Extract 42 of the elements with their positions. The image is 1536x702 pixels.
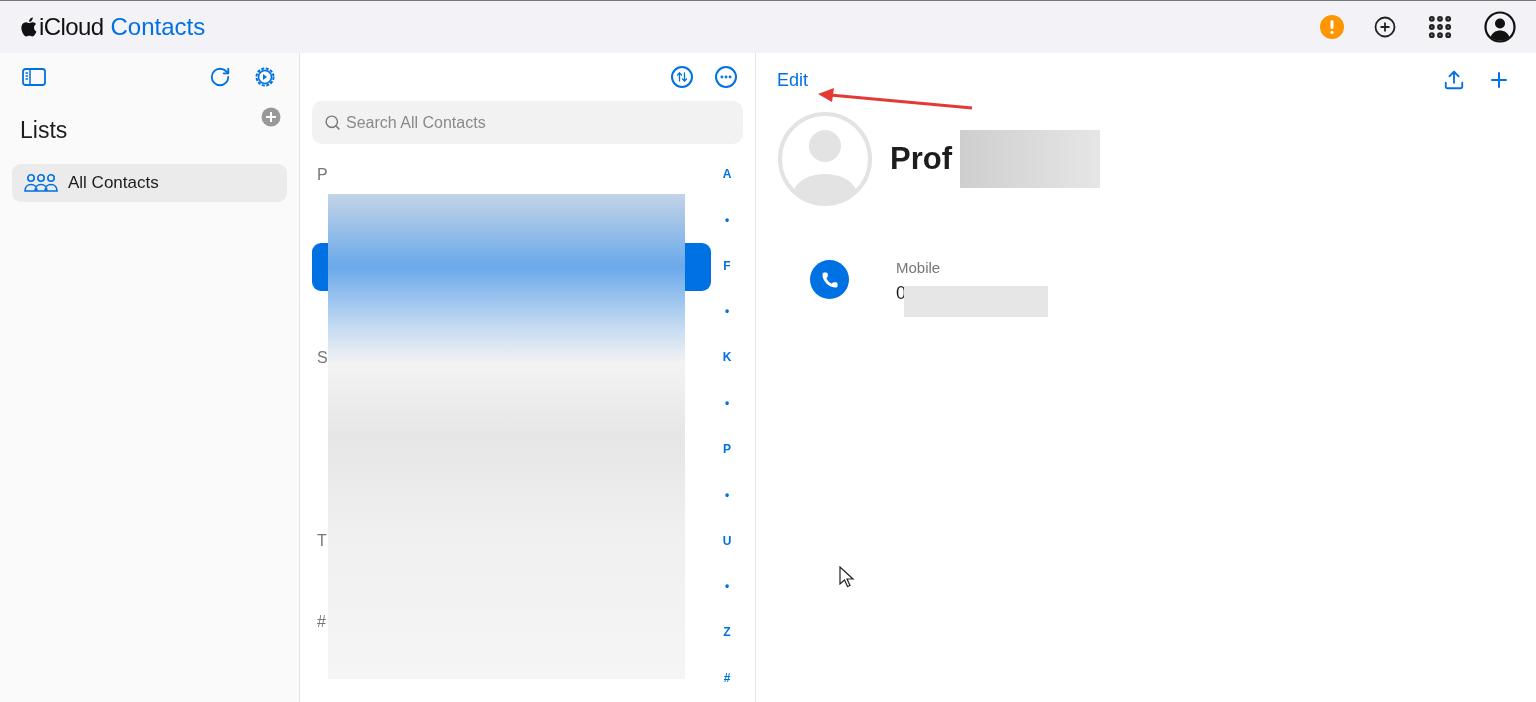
app-title: Contacts [110,12,206,42]
index-letter[interactable]: Z [723,626,731,639]
list-item[interactable]: All Contacts [12,163,287,202]
selected-row-edge[interactable] [312,242,328,291]
more-icon[interactable] [715,66,737,88]
brand-title: iCloud [39,12,104,42]
section-letter: # [317,612,326,632]
section-letter: S [317,348,328,368]
index-letter[interactable]: • [724,580,730,593]
list-label: All Contacts [68,171,159,194]
add-list-icon[interactable] [261,107,281,127]
refresh-icon[interactable] [209,66,231,88]
index-letter[interactable]: K [722,351,732,364]
search-icon [324,114,341,131]
phone-icon[interactable] [810,260,849,299]
share-icon[interactable] [1443,69,1465,91]
section-letter: T [317,531,327,551]
people-icon [24,172,58,193]
index-letter[interactable]: P [723,442,731,455]
account-icon[interactable] [1484,11,1516,43]
index-letter[interactable]: U [722,534,732,547]
app-grid-icon[interactable] [1426,13,1454,41]
sort-icon[interactable] [671,66,693,88]
field-label: Mobile [896,258,942,278]
index-letter[interactable]: • [724,397,730,410]
settings-icon[interactable] [253,65,277,89]
index-letter[interactable]: • [724,305,730,318]
section-letter: P [317,165,328,185]
index-letter[interactable]: • [724,213,730,226]
search-field[interactable]: Search All Contacts [312,101,743,144]
index-letter[interactable]: F [723,259,731,272]
apple-logo-icon [20,17,37,37]
contact-name: Prof [890,139,952,178]
selected-row-edge[interactable] [685,242,711,291]
sidebar-toggle-icon[interactable] [22,68,46,86]
edit-link[interactable]: Edit [777,66,809,94]
index-letter[interactable]: # [723,671,731,684]
pointer-icon [839,566,855,588]
index-letter[interactable]: A [722,168,732,180]
lists-heading: Lists [20,116,68,145]
index-letter[interactable]: • [724,488,730,501]
add-circle-icon[interactable] [1374,16,1396,38]
